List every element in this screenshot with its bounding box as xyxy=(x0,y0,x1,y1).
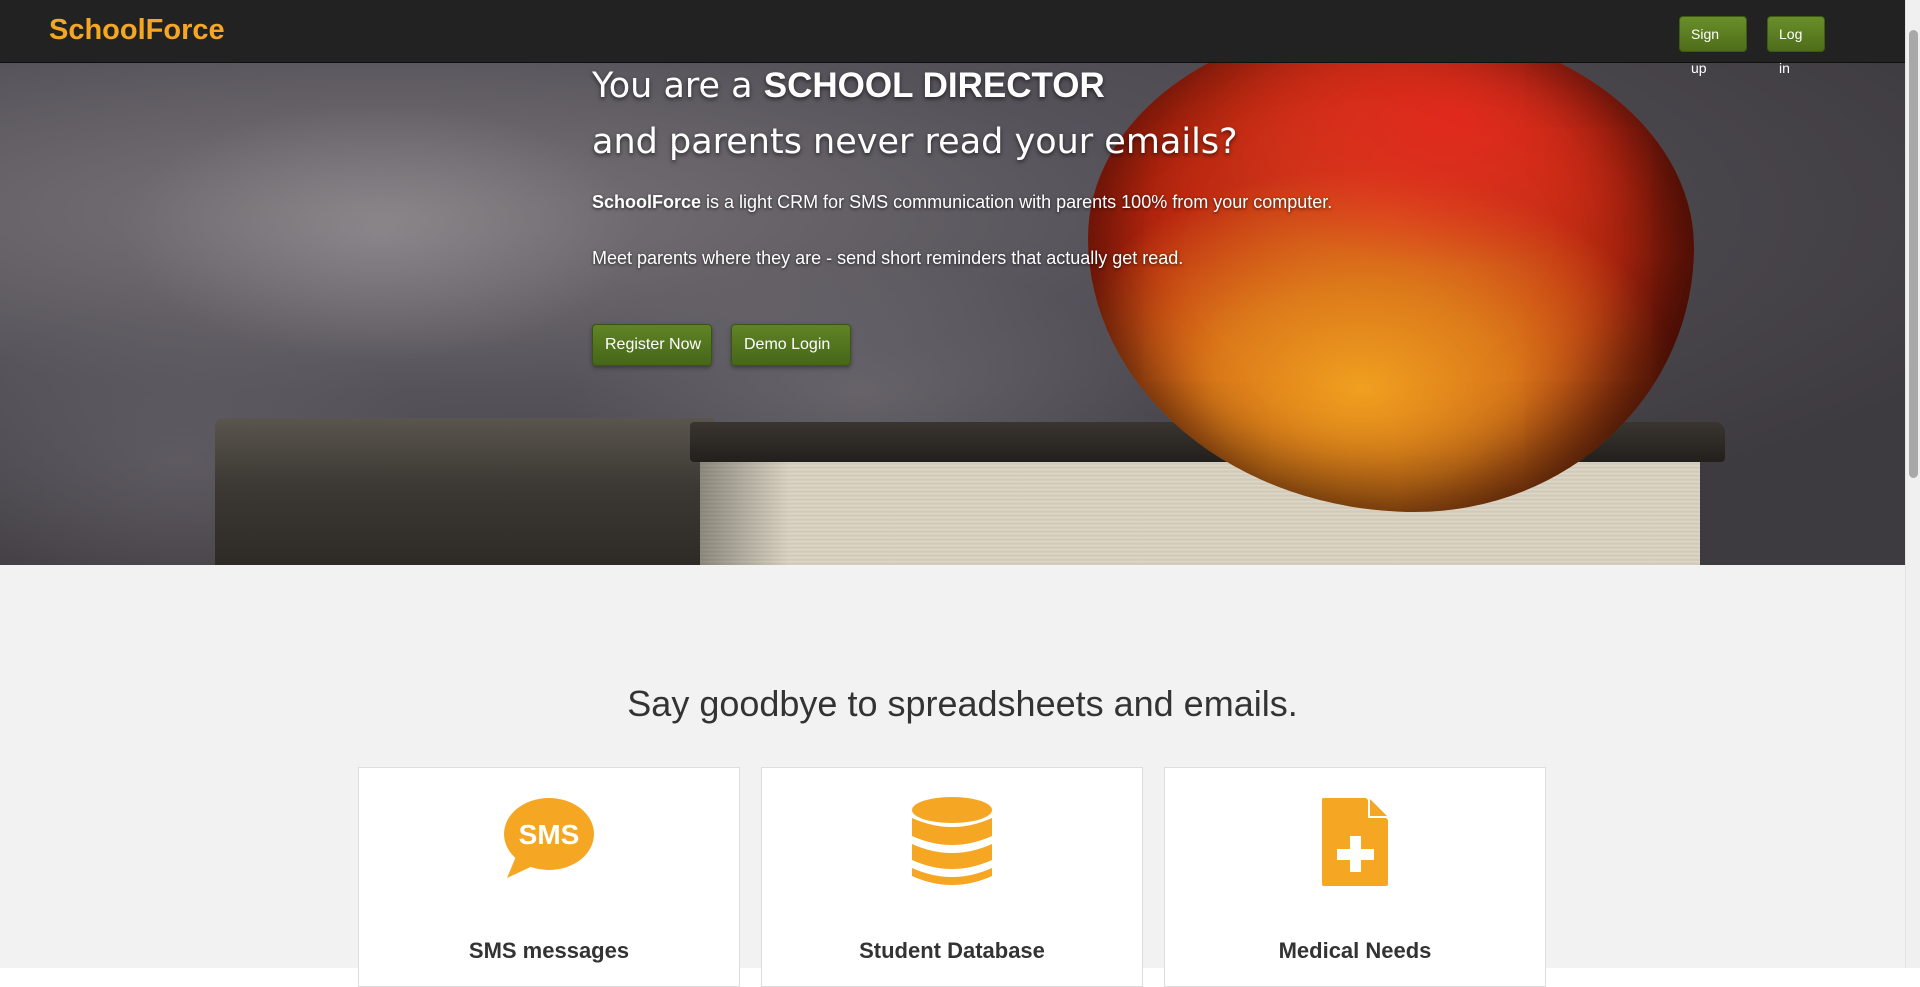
vertical-scrollbar[interactable] xyxy=(1905,0,1920,968)
log-in-button[interactable]: Log in xyxy=(1767,16,1825,76)
brand-logo-link[interactable]: SchoolForce xyxy=(49,14,225,47)
tagline-text: is a light CRM for SMS communication wit… xyxy=(701,192,1333,212)
headline-prefix: You are a xyxy=(592,66,764,106)
feature-card-title: Student Database xyxy=(859,938,1045,963)
demo-login-button[interactable]: Demo Login xyxy=(731,324,851,366)
feature-card-sms: SMS SMS messages xyxy=(358,767,740,987)
scrollbar-thumb[interactable] xyxy=(1909,30,1918,478)
tagline-brand: SchoolForce xyxy=(592,192,702,212)
sms-bubble-icon: SMS xyxy=(359,796,739,888)
hero-headline-line2: and parents never read your emails? xyxy=(592,122,1238,162)
feature-card-medical: Medical Needs xyxy=(1164,767,1546,987)
hero-tagline: SchoolForce is a light CRM for SMS commu… xyxy=(592,192,1332,213)
sign-up-button[interactable]: Sign up xyxy=(1679,16,1747,76)
top-navbar: SchoolForce Sign up Log in xyxy=(0,0,1905,76)
features-section: Say goodbye to spreadsheets and emails. … xyxy=(0,565,1905,987)
features-title: Say goodbye to spreadsheets and emails. xyxy=(627,683,1298,724)
feature-card-title: Medical Needs xyxy=(1278,938,1432,963)
register-now-button[interactable]: Register Now xyxy=(592,324,712,366)
hero-subtagline: Meet parents where they are - send short… xyxy=(592,248,1184,268)
feature-card-database: Student Database xyxy=(761,767,1143,987)
medical-document-icon xyxy=(1165,796,1545,888)
database-icon xyxy=(762,796,1142,888)
hero-headline: You are a SCHOOL DIRECTOR xyxy=(592,66,1105,106)
feature-card-title: SMS messages xyxy=(468,938,630,963)
headline-emphasis: SCHOOL DIRECTOR xyxy=(763,66,1105,105)
hero-section: You are a SCHOOL DIRECTOR and parents ne… xyxy=(0,62,1905,565)
sms-icon-text: SMS xyxy=(519,819,580,850)
hero-book-image xyxy=(215,418,715,565)
